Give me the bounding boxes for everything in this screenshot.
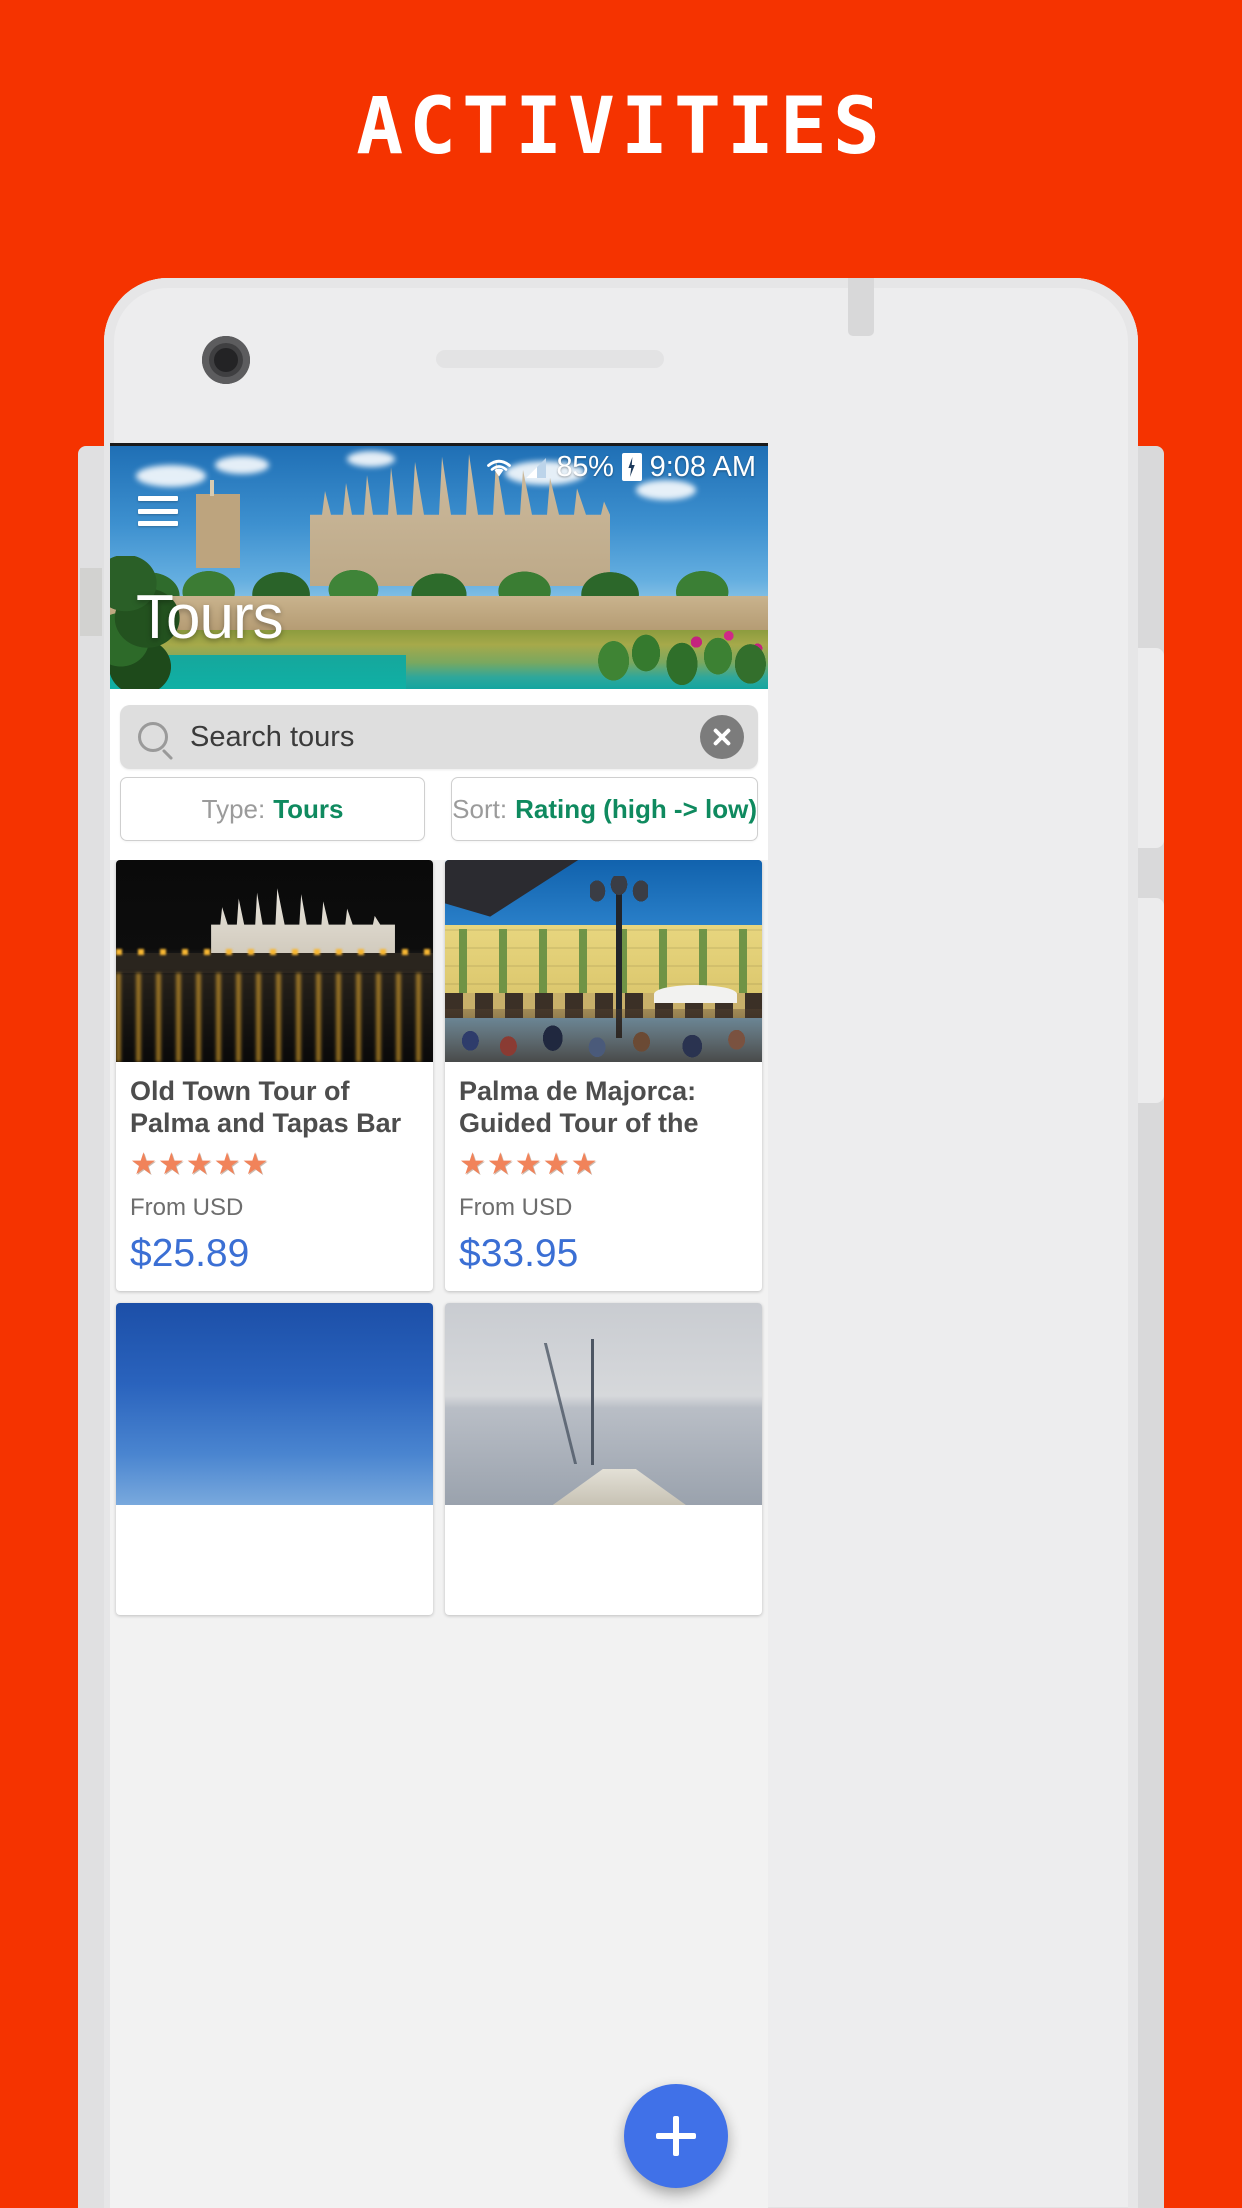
sailing-boat-artwork <box>445 1303 762 1505</box>
page-title: ACTIVITIES <box>356 82 886 172</box>
tour-card-title <box>130 1519 419 1583</box>
speaker-grille-icon <box>436 350 664 368</box>
foliage-right-flowers <box>592 614 768 689</box>
phone-volume-button[interactable] <box>1134 648 1164 848</box>
tour-card-price: $33.95 <box>459 1232 579 1275</box>
phone-left-button[interactable] <box>80 568 102 636</box>
tour-card-body <box>116 1505 433 1615</box>
battery-percent: 85% <box>556 450 614 483</box>
status-bar-time: 9:08 AM <box>649 450 756 483</box>
phone-power-button[interactable] <box>1134 898 1164 1103</box>
filter-sort-value: Rating (high -> low) <box>515 793 757 824</box>
tour-card[interactable] <box>445 1303 762 1615</box>
camera-icon <box>202 336 250 384</box>
blue-sky-artwork <box>116 1303 433 1505</box>
tour-card[interactable]: Old Town Tour of Palma and Tapas Bar by … <box>116 860 433 1291</box>
phone-edge-left <box>78 446 108 2208</box>
tour-card-title: Palma de Majorca: Guided Tour of the Ol… <box>459 1076 699 1140</box>
filter-sort[interactable]: Sort: Rating (high -> low) <box>451 777 758 841</box>
tour-card-price: $25.89 <box>130 1232 250 1275</box>
tour-card-body <box>445 1505 762 1615</box>
search-section: Search tours <box>110 689 768 769</box>
price-from-label: From USD <box>130 1194 244 1221</box>
filter-type-label: Type: <box>201 793 266 824</box>
rating-stars: ★★★★★ <box>459 1148 599 1181</box>
plaza-major-artwork <box>445 860 762 1062</box>
filter-sort-label: Sort: <box>452 793 508 824</box>
hero-title: Tours <box>136 583 284 652</box>
close-circle-icon[interactable] <box>700 715 744 759</box>
search-icon <box>138 722 168 752</box>
signal-bars-icon <box>522 455 548 479</box>
add-button-fab[interactable] <box>624 2084 728 2188</box>
filter-type-value: Tours <box>273 793 344 824</box>
wifi-icon <box>484 455 514 479</box>
battery-charging-icon <box>621 453 642 481</box>
phone-device-mockup: Tours 85% 9:08 AM Search tours Type: Tou… <box>78 278 1164 2208</box>
rating-stars: ★★★★★ <box>130 1148 270 1181</box>
tour-card-title <box>459 1519 748 1583</box>
tour-card-image <box>445 1303 762 1505</box>
tours-grid: Old Town Tour of Palma and Tapas Bar by … <box>110 860 768 2208</box>
tour-card-body: Palma de Majorca: Guided Tour of the Ol…… <box>445 1062 762 1291</box>
tour-card-image <box>116 860 433 1062</box>
hamburger-menu-icon[interactable] <box>138 496 178 526</box>
tour-card-image <box>445 860 762 1062</box>
tour-card[interactable] <box>116 1303 433 1615</box>
tour-card-body: Old Town Tour of Palma and Tapas Bar by … <box>116 1062 433 1291</box>
tour-card[interactable]: Palma de Majorca: Guided Tour of the Ol…… <box>445 860 762 1291</box>
status-bar: 85% 9:08 AM <box>110 446 768 488</box>
palma-cathedral-night-artwork <box>116 860 433 1062</box>
filter-row: Type: Tours Sort: Rating (high -> low) <box>110 777 768 841</box>
filter-type[interactable]: Type: Tours <box>120 777 426 841</box>
search-input-text[interactable]: Search tours <box>190 721 700 754</box>
phone-top-notch <box>848 278 874 336</box>
tour-card-title: Old Town Tour of Palma and Tapas Bar by … <box>130 1076 402 1140</box>
price-from-label: From USD <box>459 1194 573 1221</box>
search-input[interactable]: Search tours <box>120 705 758 769</box>
tour-card-image <box>116 1303 433 1505</box>
phone-screen: Tours 85% 9:08 AM Search tours Type: Tou… <box>110 443 768 2208</box>
